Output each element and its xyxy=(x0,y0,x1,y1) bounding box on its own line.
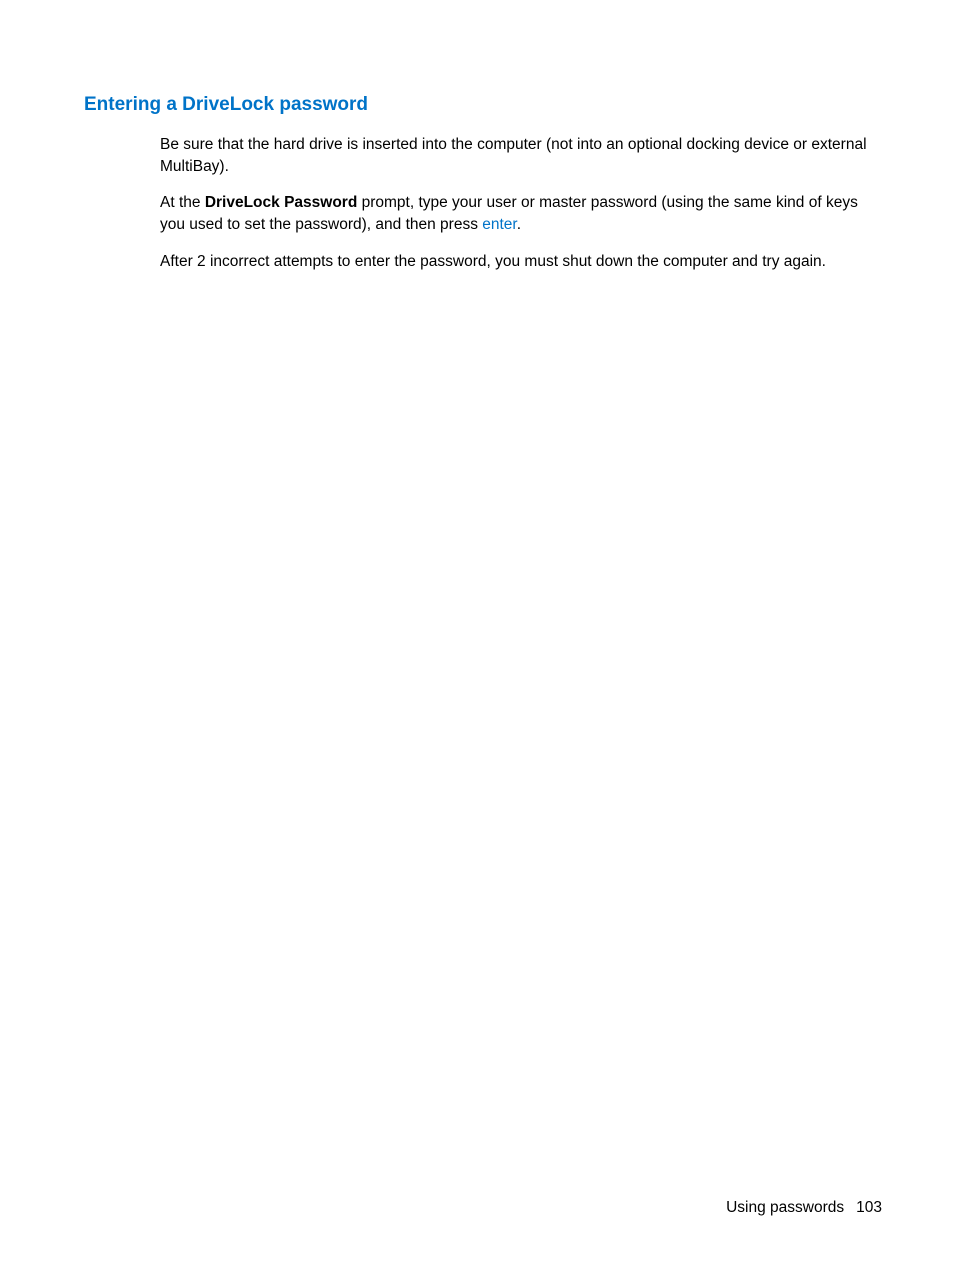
footer-section-title: Using passwords xyxy=(726,1199,844,1216)
paragraph-3: After 2 incorrect attempts to enter the … xyxy=(160,251,882,273)
text-prefix: At the xyxy=(160,194,205,211)
page-footer: Using passwords 103 xyxy=(726,1199,882,1217)
section-heading: Entering a DriveLock password xyxy=(84,94,882,116)
text-suffix: . xyxy=(517,216,521,233)
footer-page-number: 103 xyxy=(856,1199,882,1216)
document-page: Entering a DriveLock password Be sure th… xyxy=(0,0,954,272)
paragraph-1: Be sure that the hard drive is inserted … xyxy=(160,134,882,177)
text-bold-drivelock: DriveLock Password xyxy=(205,194,357,211)
paragraph-2: At the DriveLock Password prompt, type y… xyxy=(160,192,882,235)
body-content: Be sure that the hard drive is inserted … xyxy=(160,134,882,272)
text-link-enter: enter xyxy=(482,216,516,233)
